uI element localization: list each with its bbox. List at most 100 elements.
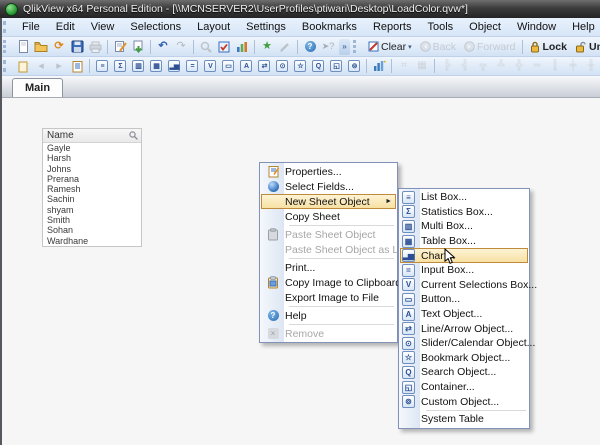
list-item[interactable]: Wardhane — [43, 236, 141, 246]
list-box-header[interactable]: Name — [43, 129, 141, 143]
toolbar-overflow-button[interactable]: » — [339, 38, 350, 55]
context-menu-item-copy-image[interactable]: Copy Image to Clipboard — [261, 275, 401, 290]
adjust-left-button[interactable]: ╫ — [582, 58, 600, 74]
align-top-button[interactable]: ╦ — [474, 58, 492, 74]
add-sheet-button[interactable] — [14, 58, 32, 74]
menu-edit[interactable]: Edit — [48, 18, 83, 36]
list-item[interactable]: Sohan — [43, 225, 141, 235]
context-menu-item-paste-sheet-object[interactable]: Paste Sheet Object — [261, 227, 396, 242]
submenu-item-current-selections-box[interactable]: V Current Selections Box... — [400, 278, 537, 293]
clear-button[interactable]: Clear ▾ — [364, 39, 416, 55]
add-bookmark-button[interactable]: ★ — [258, 39, 276, 55]
refresh-document-button[interactable]: ⟳ — [50, 39, 68, 55]
context-menu-item-new-sheet-object[interactable]: New Sheet Object ► — [261, 194, 396, 209]
menu-window[interactable]: Window — [509, 18, 564, 36]
list-item[interactable]: Sachin — [43, 194, 141, 204]
submenu-item-list-box[interactable]: ≡ List Box... — [400, 190, 528, 205]
list-item[interactable]: Ramesh — [43, 184, 141, 194]
list-item[interactable]: Prerana — [43, 174, 141, 184]
create-list-box-button[interactable]: ≡ — [93, 58, 111, 74]
open-file-button[interactable] — [32, 39, 50, 55]
nav-toolbar-drag-handle[interactable] — [353, 39, 361, 54]
context-menu-item-remove[interactable]: × Remove — [261, 326, 396, 341]
print-button[interactable] — [86, 39, 104, 55]
snap-to-grid-button[interactable]: ▦ — [413, 58, 431, 74]
create-bookmark-object-button[interactable]: ☆ — [291, 58, 309, 74]
forward-button[interactable]: Forward — [460, 39, 520, 55]
create-statistics-box-button[interactable]: Σ — [111, 58, 129, 74]
menubar-drag-handle[interactable] — [3, 20, 11, 34]
tab-main[interactable]: Main — [12, 78, 64, 97]
create-chart-button[interactable]: ▂▅ — [165, 58, 183, 74]
align-right-button[interactable]: ╣ — [456, 58, 474, 74]
context-menu-item-copy-sheet[interactable]: Copy Sheet — [261, 209, 396, 224]
promote-sheet-button[interactable]: ◂ — [32, 58, 50, 74]
whats-this-help-button[interactable]: ➤? — [319, 39, 337, 55]
toolbar-drag-handle[interactable] — [3, 39, 11, 54]
create-table-box-button[interactable]: ▦ — [147, 58, 165, 74]
space-vertically-button[interactable]: ╪ — [564, 58, 582, 74]
list-item[interactable]: shyam — [43, 205, 141, 215]
create-custom-object-button[interactable]: ⊚ — [345, 58, 363, 74]
center-vertically-button[interactable]: ═ — [528, 58, 546, 74]
reload-button[interactable] — [129, 39, 147, 55]
design-grid-button[interactable]: ⌗ — [395, 58, 413, 74]
quick-chart-wizard-button[interactable] — [233, 39, 251, 55]
new-file-button[interactable] — [14, 39, 32, 55]
lock-button[interactable]: Lock — [526, 39, 571, 55]
menu-layout[interactable]: Layout — [189, 18, 238, 36]
submenu-item-line-arrow-object[interactable]: ⇄ Line/Arrow Object... — [400, 321, 528, 336]
back-button[interactable]: Back — [416, 39, 460, 55]
menu-file[interactable]: File — [14, 18, 48, 36]
submenu-item-slider-calendar-object[interactable]: ⊙ Slider/Calendar Object... — [400, 336, 535, 351]
help-button[interactable]: ? — [301, 39, 319, 55]
submenu-item-search-object[interactable]: Q Search Object... — [400, 365, 528, 380]
submenu-item-multi-box[interactable]: ▥ Multi Box... — [400, 219, 528, 234]
unlock-button[interactable]: Unlock — [571, 39, 600, 55]
create-search-object-button[interactable]: Q — [309, 58, 327, 74]
submenu-item-input-box[interactable]: = Input Box... — [400, 263, 528, 278]
center-horizontally-button[interactable]: ╬ — [510, 58, 528, 74]
submenu-item-button[interactable]: ▭ Button... — [400, 292, 528, 307]
create-current-selections-box-button[interactable]: V — [201, 58, 219, 74]
list-item[interactable]: Smith — [43, 215, 141, 225]
submenu-item-system-table[interactable]: System Table — [400, 412, 528, 427]
sheet-properties-button[interactable] — [68, 58, 86, 74]
create-text-object-button[interactable]: A — [237, 58, 255, 74]
menu-object[interactable]: Object — [461, 18, 509, 36]
search-icon[interactable] — [129, 131, 138, 140]
demote-sheet-button[interactable]: ▸ — [50, 58, 68, 74]
context-menu-item-properties[interactable]: Properties... — [261, 164, 396, 179]
edit-module-button[interactable] — [276, 39, 294, 55]
space-horizontally-button[interactable]: ║ — [546, 58, 564, 74]
find-button[interactable] — [197, 39, 215, 55]
save-button[interactable] — [68, 39, 86, 55]
design-toolbar-drag-handle[interactable] — [3, 59, 11, 73]
context-menu-item-paste-sheet-object-as-link[interactable]: Paste Sheet Object as Link — [261, 242, 412, 257]
submenu-item-text-object[interactable]: A Text Object... — [400, 307, 528, 322]
menu-view[interactable]: View — [83, 18, 123, 36]
context-menu-item-help[interactable]: ? Help — [261, 308, 396, 323]
menu-selections[interactable]: Selections — [122, 18, 189, 36]
create-container-button[interactable]: ◱ — [327, 58, 345, 74]
submenu-item-chart[interactable]: ▂▅ Chart... — [400, 248, 528, 263]
submenu-item-table-box[interactable]: ▦ Table Box... — [400, 234, 528, 249]
menu-bookmarks[interactable]: Bookmarks — [294, 18, 365, 36]
redo-button[interactable]: ↷ — [172, 39, 190, 55]
align-bottom-button[interactable]: ╩ — [492, 58, 510, 74]
chart-wizard-button[interactable] — [370, 58, 388, 74]
menu-help[interactable]: Help — [564, 18, 600, 36]
menu-tools[interactable]: Tools — [419, 18, 461, 36]
submenu-item-bookmark-object[interactable]: ☆ Bookmark Object... — [400, 351, 528, 366]
menu-reports[interactable]: Reports — [365, 18, 420, 36]
create-slider-button[interactable]: ⊙ — [273, 58, 291, 74]
submenu-item-custom-object[interactable]: ⊚ Custom Object... — [400, 394, 528, 409]
undo-button[interactable]: ↶ — [154, 39, 172, 55]
list-item[interactable]: Gayle — [43, 143, 141, 153]
context-menu-item-export-image[interactable]: Export Image to File — [261, 290, 396, 305]
align-left-button[interactable]: ╠ — [438, 58, 456, 74]
create-input-box-button[interactable]: = — [183, 58, 201, 74]
create-line-arrow-button[interactable]: ⇄ — [255, 58, 273, 74]
list-item[interactable]: Johns — [43, 164, 141, 174]
list-item[interactable]: Harsh — [43, 153, 141, 163]
